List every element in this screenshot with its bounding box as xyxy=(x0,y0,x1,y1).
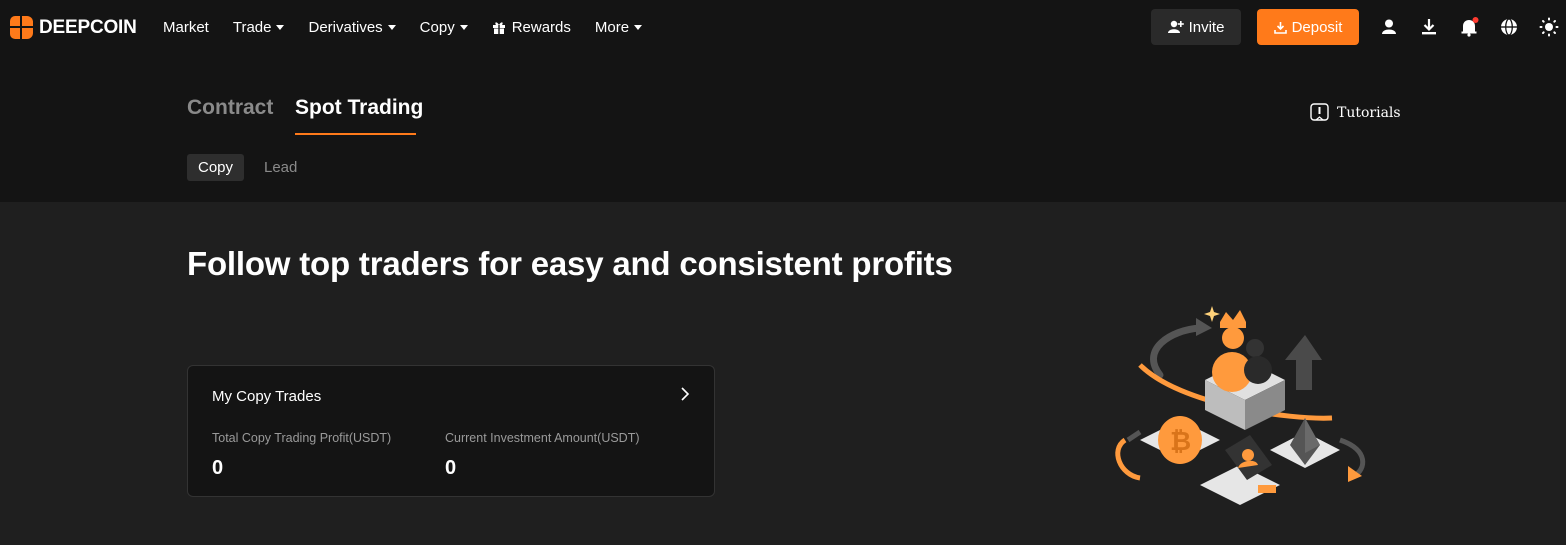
stat-label-total-profit: Total Copy Trading Profit(USDT) xyxy=(212,431,392,445)
download-icon[interactable] xyxy=(1419,17,1439,37)
deepcoin-logo-icon xyxy=(10,16,33,39)
active-tab-indicator xyxy=(295,133,416,135)
nav-derivatives-label: Derivatives xyxy=(308,18,383,36)
nav-rewards[interactable]: Rewards xyxy=(492,19,571,36)
nav-rewards-label: Rewards xyxy=(511,18,571,36)
add-user-icon xyxy=(1167,20,1184,33)
globe-icon[interactable] xyxy=(1499,17,1519,37)
caret-down-icon xyxy=(387,24,396,30)
copy-trading-illustration: ₿ xyxy=(1115,306,1366,505)
subtab-lead[interactable]: Lead xyxy=(264,159,297,176)
bell-icon[interactable] xyxy=(1459,17,1479,37)
deposit-icon xyxy=(1273,21,1287,34)
caret-down-icon xyxy=(276,24,285,30)
logo-text: DEEPCOIN xyxy=(39,16,137,38)
top-navbar: DEEPCOIN Market Trade Derivatives Copy R… xyxy=(0,0,1566,54)
stat-value-investment: 0 xyxy=(445,457,457,479)
page-headline: Follow top traders for easy and consiste… xyxy=(187,245,953,282)
invite-button[interactable]: Invite xyxy=(1151,9,1241,45)
my-copy-trades-card: My Copy Trades Total Copy Trading Profit… xyxy=(187,365,715,497)
nav-more[interactable]: More xyxy=(594,18,643,36)
stat-label-investment: Current Investment Amount(USDT) xyxy=(445,431,640,445)
nav-trade-label: Trade xyxy=(232,18,272,36)
tutorials-link[interactable]: Tutorials xyxy=(1310,103,1401,122)
gift-icon xyxy=(492,21,505,34)
chevron-right-icon[interactable] xyxy=(678,386,692,402)
user-icon[interactable] xyxy=(1379,17,1399,37)
nav-derivatives[interactable]: Derivatives xyxy=(308,18,396,36)
main-menu: Market Trade Derivatives Copy Rewards Mo… xyxy=(163,0,666,54)
subtab-copy[interactable]: Copy xyxy=(187,154,244,181)
tab-spot-trading[interactable]: Spot Trading xyxy=(295,96,423,120)
svg-text:₿: ₿ xyxy=(1170,427,1191,457)
nav-trade[interactable]: Trade xyxy=(233,19,285,36)
theme-icon[interactable] xyxy=(1539,17,1559,37)
logo[interactable]: DEEPCOIN xyxy=(10,16,137,39)
nav-copy[interactable]: Copy xyxy=(420,19,468,36)
book-icon xyxy=(1310,103,1329,121)
stat-value-total-profit: 0 xyxy=(212,457,224,479)
invite-label: Invite xyxy=(1188,18,1225,36)
caret-down-icon xyxy=(634,24,643,30)
deposit-button[interactable]: Deposit xyxy=(1257,9,1359,45)
tutorials-label: Tutorials xyxy=(1337,104,1401,121)
card-title: My Copy Trades xyxy=(212,388,322,405)
nav-market-label: Market xyxy=(163,18,209,36)
deposit-label: Deposit xyxy=(1291,18,1343,36)
nav-market[interactable]: Market xyxy=(163,19,209,36)
nav-more-label: More xyxy=(594,18,630,36)
nav-copy-label: Copy xyxy=(419,18,455,36)
tab-contract[interactable]: Contract xyxy=(187,96,273,120)
caret-down-icon xyxy=(459,24,468,30)
